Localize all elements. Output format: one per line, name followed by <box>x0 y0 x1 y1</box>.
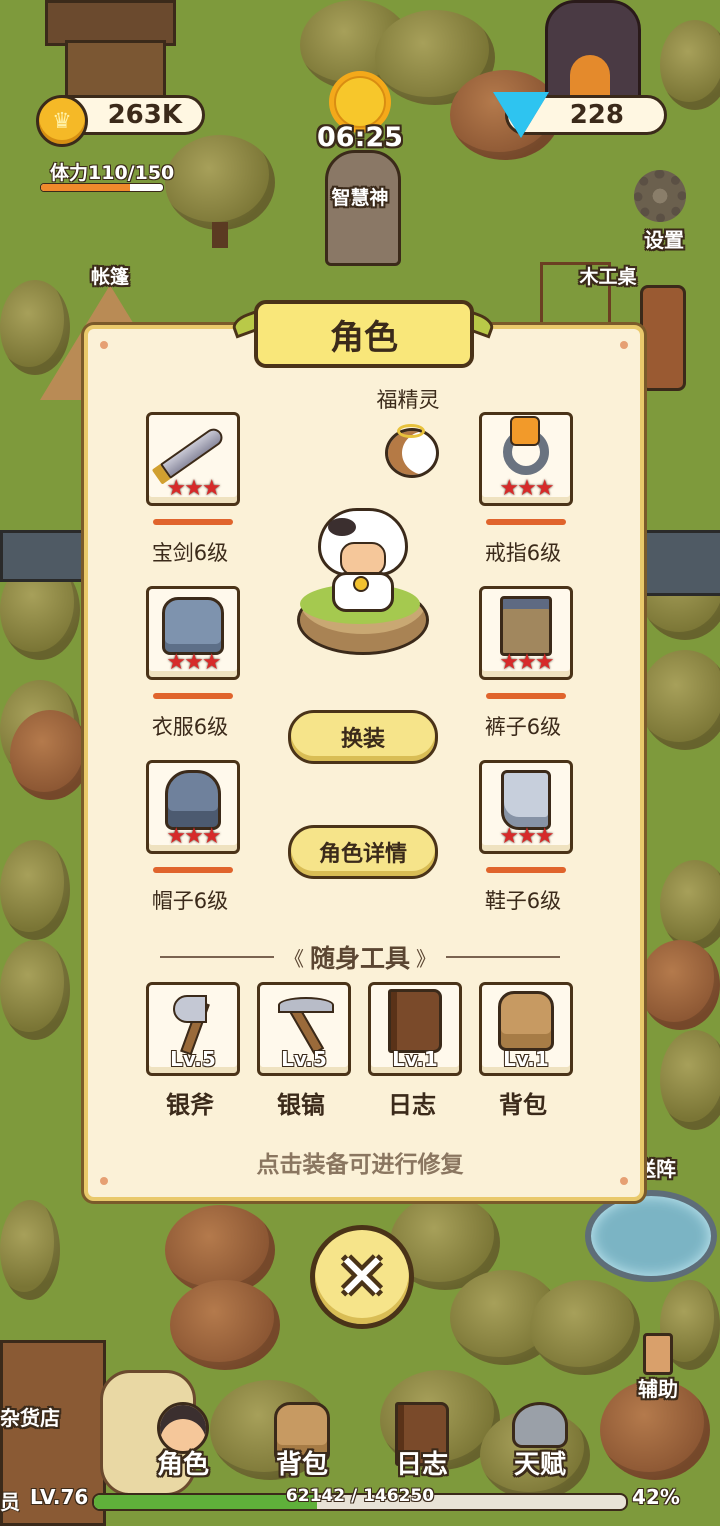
durability-bar <box>486 867 566 873</box>
star-rating: ★★★ <box>499 476 554 501</box>
xp-percent: 42% <box>632 1485 680 1509</box>
god-statue-label[interactable]: 智慧神 <box>320 183 400 210</box>
nav-label: 背包 <box>275 1450 328 1480</box>
equipment-label: 裤子6级 <box>484 715 562 739</box>
ring-icon <box>503 416 549 475</box>
settings-button[interactable]: 设置 <box>628 170 700 252</box>
equipment-slot[interactable]: ★★★ <box>479 586 573 680</box>
portal-label[interactable]: 送阵 <box>636 1153 696 1182</box>
close-icon: ✕ <box>336 1240 388 1313</box>
nav-item[interactable]: 日志 <box>372 1400 472 1482</box>
star-rating: ★★★ <box>499 824 554 849</box>
nav-label: 天赋 <box>513 1450 566 1480</box>
tool-label: 背包 <box>499 1091 547 1119</box>
star-rating: ★★★ <box>166 476 221 501</box>
game-clock: 06:25 <box>317 122 403 153</box>
coins-value: 263K <box>107 100 182 130</box>
star-rating: ★★★ <box>499 650 554 675</box>
stamina-bar <box>40 183 164 192</box>
equipment-label: 鞋子6级 <box>484 889 562 913</box>
chevron-left-icon: 《 <box>284 946 304 971</box>
nav-label: 日志 <box>395 1450 448 1480</box>
settings-label: 设置 <box>644 228 684 252</box>
stamina-fill <box>41 184 131 191</box>
nav-label: 角色 <box>156 1450 209 1480</box>
nav-item[interactable]: 天赋 <box>490 1400 590 1482</box>
tool-level: Lv.1 <box>392 1047 438 1071</box>
nav-item[interactable]: 背包 <box>252 1400 352 1482</box>
tool-label: 日志 <box>388 1091 436 1119</box>
equipment-slot[interactable]: ★★★ <box>146 412 240 506</box>
stamina-label: 体力110/150 <box>50 162 175 184</box>
sun-icon <box>334 76 386 128</box>
gear-icon <box>634 170 686 222</box>
diamond-icon <box>493 92 549 138</box>
workbench-label[interactable]: 木工桌 <box>568 262 648 289</box>
xp-progress: 62142 / 146250 <box>285 1486 435 1506</box>
durability-bar <box>486 519 566 525</box>
axe-icon <box>163 991 223 1056</box>
tools-header: 《 随身工具 》 <box>160 940 561 974</box>
divider-right <box>446 956 561 958</box>
durability-bar <box>153 693 233 699</box>
equipment-slot[interactable]: ★★★ <box>146 586 240 680</box>
halo-icon <box>397 424 425 438</box>
durability-bar <box>153 867 233 873</box>
tool-slot[interactable]: Lv.1 <box>368 982 462 1076</box>
tools-header-label: 随身工具 <box>310 944 411 973</box>
character-details-button[interactable]: 角色详情 <box>288 825 438 879</box>
journal-icon <box>388 989 442 1053</box>
coin-icon: ♛ <box>36 95 88 147</box>
assist-label[interactable]: 辅助 <box>628 1373 688 1402</box>
backpack-icon <box>498 991 554 1051</box>
equipment-label: 宝剑6级 <box>151 541 229 565</box>
helmet-icon <box>165 770 221 830</box>
equipment-label: 衣服6级 <box>151 715 229 739</box>
gems-value: 228 <box>569 100 624 130</box>
tool-label: 银斧 <box>166 1091 214 1119</box>
store-label[interactable]: 杂货店 <box>0 1402 80 1431</box>
tent-label[interactable]: 帐篷 <box>80 262 140 289</box>
character-sprite[interactable] <box>318 498 408 613</box>
equipment-slot[interactable]: ★★★ <box>146 760 240 854</box>
tool-level: Lv.1 <box>503 1047 549 1071</box>
durability-bar <box>153 519 233 525</box>
panel-title: 角色 <box>254 300 474 368</box>
equipment-label: 戒指6级 <box>484 541 562 565</box>
repair-hint: 点击装备可进行修复 <box>256 1152 464 1178</box>
star-rating: ★★★ <box>166 824 221 849</box>
nav-item[interactable]: 角色 <box>133 1400 233 1482</box>
equipment-slot[interactable]: ★★★ <box>479 760 573 854</box>
player-level: LV.76 <box>30 1485 89 1509</box>
star-rating: ★★★ <box>166 650 221 675</box>
durability-bar <box>486 693 566 699</box>
tool-level: Lv.5 <box>170 1047 216 1071</box>
pants-icon <box>500 596 552 656</box>
pet-name: 福精灵 <box>376 388 440 412</box>
tool-slot[interactable]: Lv.5 <box>257 982 351 1076</box>
tool-slot[interactable]: Lv.5 <box>146 982 240 1076</box>
talent-icon <box>512 1402 568 1448</box>
tool-level: Lv.5 <box>281 1047 327 1071</box>
close-button[interactable]: ✕ <box>310 1225 414 1329</box>
change-outfit-button[interactable]: 换装 <box>288 710 438 764</box>
chevron-right-icon: 》 <box>416 946 437 971</box>
boots-icon <box>501 770 551 830</box>
divider-left <box>160 956 274 958</box>
armor-icon <box>162 597 224 655</box>
tool-slot[interactable]: Lv.1 <box>479 982 573 1076</box>
xp-left-label: 员 <box>0 1490 20 1514</box>
pickaxe-icon <box>274 991 334 1055</box>
equipment-slot[interactable]: ★★★ <box>479 412 573 506</box>
equipment-label: 帽子6级 <box>151 889 229 913</box>
tool-label: 银镐 <box>277 1091 325 1119</box>
sword-icon <box>159 425 227 479</box>
